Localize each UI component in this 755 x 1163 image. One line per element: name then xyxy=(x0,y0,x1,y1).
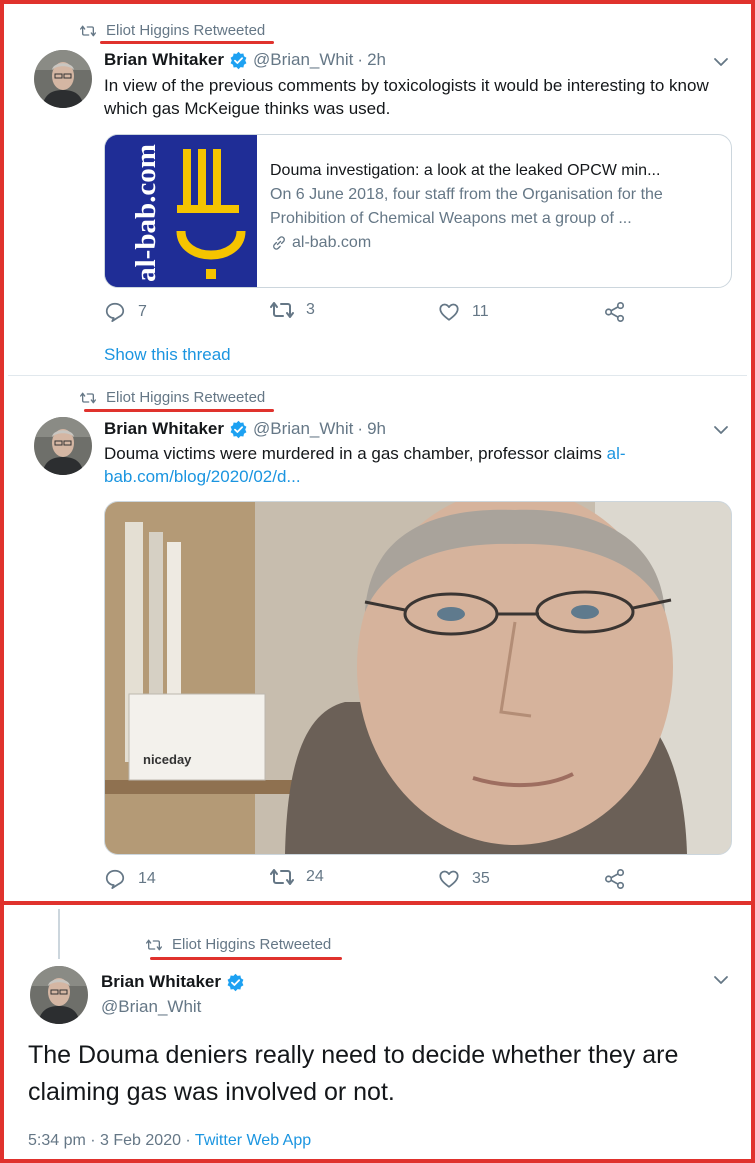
reply-count: 7 xyxy=(138,303,147,320)
retweet-context: Eliot Higgins Retweeted xyxy=(80,389,265,406)
reply-button[interactable]: 7 xyxy=(104,301,147,323)
retweet-icon xyxy=(270,301,294,319)
retweet-label[interactable]: Eliot Higgins Retweeted xyxy=(106,389,265,406)
avatar[interactable] xyxy=(30,966,88,1024)
retweet-icon xyxy=(146,939,162,951)
like-count: 11 xyxy=(472,303,489,320)
card-image-text: al-bab.com xyxy=(130,144,162,282)
like-button[interactable]: 35 xyxy=(438,868,490,890)
verified-badge-icon xyxy=(229,51,248,70)
card-domain-row: al-bab.com xyxy=(270,231,723,255)
tweet-actions: 7 3 11 xyxy=(104,301,634,325)
tweet-time[interactable]: 9h xyxy=(367,419,386,439)
reply-count: 14 xyxy=(138,870,156,887)
avatar[interactable] xyxy=(34,50,92,108)
share-button[interactable] xyxy=(604,868,638,890)
share-icon xyxy=(604,301,626,323)
retweet-context: Eliot Higgins Retweeted xyxy=(146,936,331,953)
card-description: On 6 June 2018, four staff from the Orga… xyxy=(270,186,663,227)
author-name[interactable]: Brian Whitaker xyxy=(101,972,221,992)
heart-icon xyxy=(438,301,460,323)
chevron-down-icon[interactable] xyxy=(713,425,729,435)
chevron-down-icon[interactable] xyxy=(713,975,729,985)
retweet-count: 3 xyxy=(306,301,315,318)
verified-badge-icon xyxy=(226,973,245,992)
author-handle-row: @Brian_Whit xyxy=(101,997,201,1017)
separator-dot: · xyxy=(357,50,364,69)
highlight-frame-bottom xyxy=(0,901,755,1163)
photo-box-label: niceday xyxy=(143,752,192,767)
share-button[interactable] xyxy=(604,301,638,323)
tweet-text: In view of the previous comments by toxi… xyxy=(104,76,709,118)
link-icon xyxy=(270,234,288,252)
retweet-underline xyxy=(100,41,274,44)
like-count: 35 xyxy=(472,870,490,887)
tweet-text-plain: Douma victims were murdered in a gas cha… xyxy=(104,444,607,463)
author-handle[interactable]: @Brian_Whit xyxy=(101,997,201,1017)
retweet-icon xyxy=(270,868,294,886)
tweet-header: Brian Whitaker @Brian_Whit · 9h xyxy=(104,419,386,439)
author-name[interactable]: Brian Whitaker xyxy=(104,50,224,70)
tweet-meta: 5:34 pm · 3 Feb 2020 · Twitter Web App xyxy=(28,1132,311,1150)
tweet-source-app[interactable]: Twitter Web App xyxy=(195,1132,311,1149)
tweet-header: Brian Whitaker @Brian_Whit · 2h xyxy=(104,50,386,70)
retweet-button[interactable]: 3 xyxy=(270,301,315,319)
retweet-button[interactable]: 24 xyxy=(270,868,324,886)
al-bab-logo: al-bab.com xyxy=(105,135,257,287)
avatar[interactable] xyxy=(34,417,92,475)
link-card[interactable]: al-bab.com Douma investigation: a look a… xyxy=(104,134,732,288)
card-image: al-bab.com xyxy=(105,135,257,287)
retweet-label[interactable]: Eliot Higgins Retweeted xyxy=(172,936,331,953)
tweet-time[interactable]: 2h xyxy=(367,50,386,70)
tweet-header: Brian Whitaker xyxy=(101,972,250,992)
author-name[interactable]: Brian Whitaker xyxy=(104,419,224,439)
reply-icon xyxy=(104,301,126,323)
share-icon xyxy=(604,868,626,890)
separator-dot: · xyxy=(357,419,364,438)
tweet-text: The Douma deniers really need to decide … xyxy=(28,1041,679,1106)
reply-icon xyxy=(104,868,126,890)
retweet-icon xyxy=(80,25,96,37)
retweet-underline xyxy=(84,409,274,412)
retweet-icon xyxy=(80,392,96,404)
tweet-text: Douma victims were murdered in a gas cha… xyxy=(104,442,694,488)
card-text: Douma investigation: a look at the leake… xyxy=(270,159,723,255)
author-handle[interactable]: @Brian_Whit xyxy=(253,50,353,70)
retweet-underline xyxy=(150,957,342,960)
tweet-divider xyxy=(8,375,747,376)
retweet-label[interactable]: Eliot Higgins Retweeted xyxy=(106,22,265,39)
tweet-actions: 14 24 35 xyxy=(104,868,634,892)
retweet-context: Eliot Higgins Retweeted xyxy=(80,22,265,39)
verified-badge-icon xyxy=(229,420,248,439)
card-title: Douma investigation: a look at the leake… xyxy=(270,162,661,179)
retweet-count: 24 xyxy=(306,868,324,885)
tweet-photo[interactable]: niceday xyxy=(104,501,732,855)
chevron-down-icon[interactable] xyxy=(713,57,729,67)
heart-icon xyxy=(438,868,460,890)
card-domain: al-bab.com xyxy=(292,234,372,251)
show-thread-link[interactable]: Show this thread xyxy=(104,345,231,365)
thread-line xyxy=(58,909,60,959)
like-button[interactable]: 11 xyxy=(438,301,489,323)
man-portrait-photo: niceday xyxy=(105,502,731,854)
author-handle[interactable]: @Brian_Whit xyxy=(253,419,353,439)
reply-button[interactable]: 14 xyxy=(104,868,156,890)
tweet-timestamp[interactable]: 5:34 pm · 3 Feb 2020 · xyxy=(28,1132,195,1149)
